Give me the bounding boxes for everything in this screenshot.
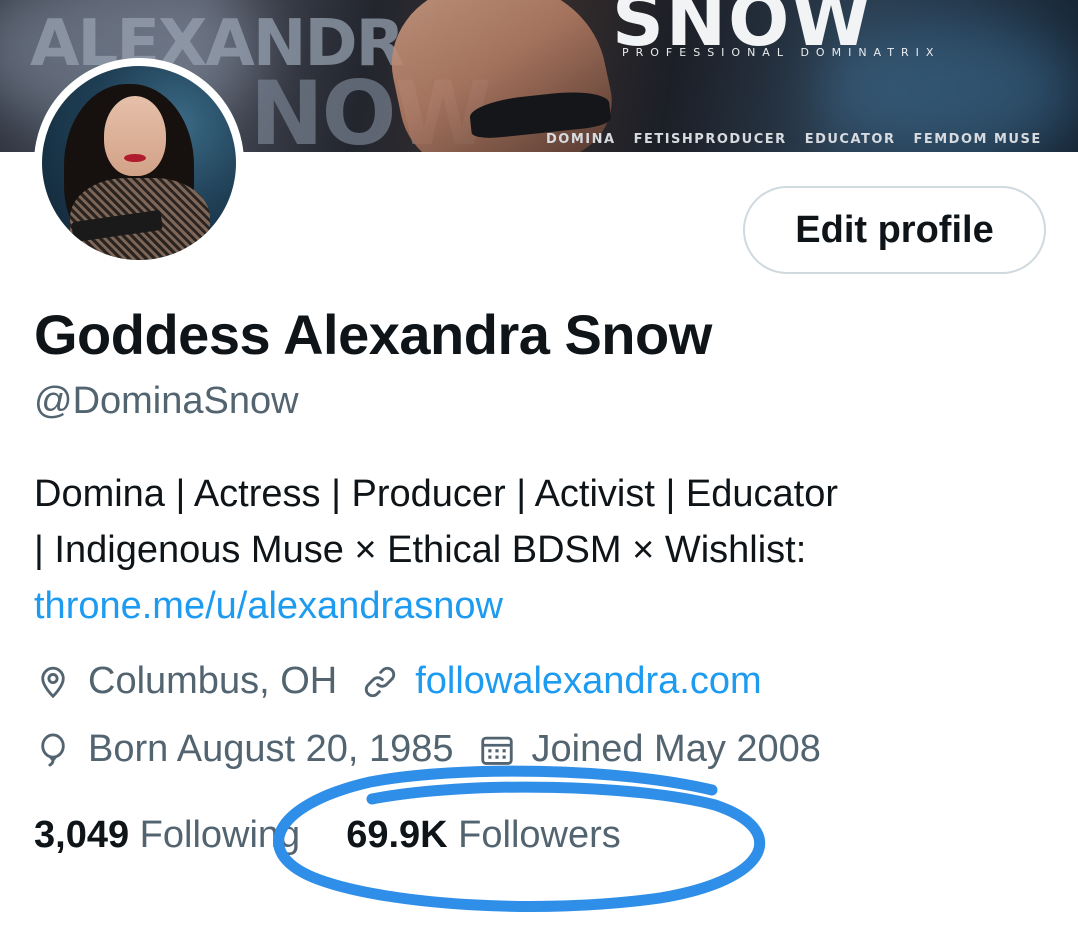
profile-meta-row: Columbus, OH followalexandra.com	[34, 660, 786, 703]
profile-stats: 3,049 Following 69.9K Followers	[34, 814, 667, 857]
followers-stat[interactable]: 69.9K Followers	[346, 814, 621, 857]
profile-meta-row: Born August 20, 1985 Joined May 2008	[34, 728, 845, 771]
avatar[interactable]	[34, 58, 244, 268]
website-item: followalexandra.com	[361, 660, 762, 703]
avatar-face	[104, 96, 166, 176]
birthday-item: Born August 20, 1985	[34, 728, 454, 771]
location-text: Columbus, OH	[88, 660, 338, 702]
banner-tag: FEMDOM MUSE	[913, 132, 1042, 147]
display-name: Goddess Alexandra Snow	[34, 303, 712, 366]
banner-tags: DOMINA FETISHPRODUCER EDUCATOR FEMDOM MU…	[546, 132, 1054, 147]
location-pin-icon	[41, 666, 65, 698]
bio-line: Domina | Actress | Producer | Activist |…	[34, 473, 839, 515]
following-stat[interactable]: 3,049 Following	[34, 814, 300, 857]
edit-profile-button[interactable]: Edit profile	[743, 186, 1046, 274]
website-link[interactable]: followalexandra.com	[415, 660, 761, 703]
profile-bio: Domina | Actress | Producer | Activist |…	[34, 466, 1044, 634]
banner-tag: FETISHPRODUCER	[633, 132, 787, 147]
joined-text: Joined May 2008	[531, 728, 821, 770]
banner-tag: EDUCATOR	[804, 132, 896, 147]
joined-item: Joined May 2008	[478, 728, 821, 771]
avatar-lips	[124, 154, 146, 162]
balloon-icon	[41, 733, 65, 766]
followers-count: 69.9K	[346, 814, 448, 856]
following-label: Following	[139, 814, 301, 856]
banner-tag: DOMINA	[546, 132, 616, 147]
banner-subtitle: PROFESSIONAL DOMINATRIX	[622, 46, 941, 59]
avatar-image	[42, 66, 236, 260]
location-item: Columbus, OH	[34, 660, 337, 703]
user-handle: @DominaSnow	[34, 380, 299, 422]
following-count: 3,049	[34, 814, 130, 856]
calendar-icon	[480, 736, 513, 765]
birthday-text: Born August 20, 1985	[88, 728, 454, 770]
link-icon	[365, 666, 396, 697]
bio-line: | Indigenous Muse × Ethical BDSM × Wishl…	[34, 529, 807, 571]
bio-link[interactable]: throne.me/u/alexandrasnow	[34, 578, 1044, 634]
followers-label: Followers	[458, 814, 621, 856]
